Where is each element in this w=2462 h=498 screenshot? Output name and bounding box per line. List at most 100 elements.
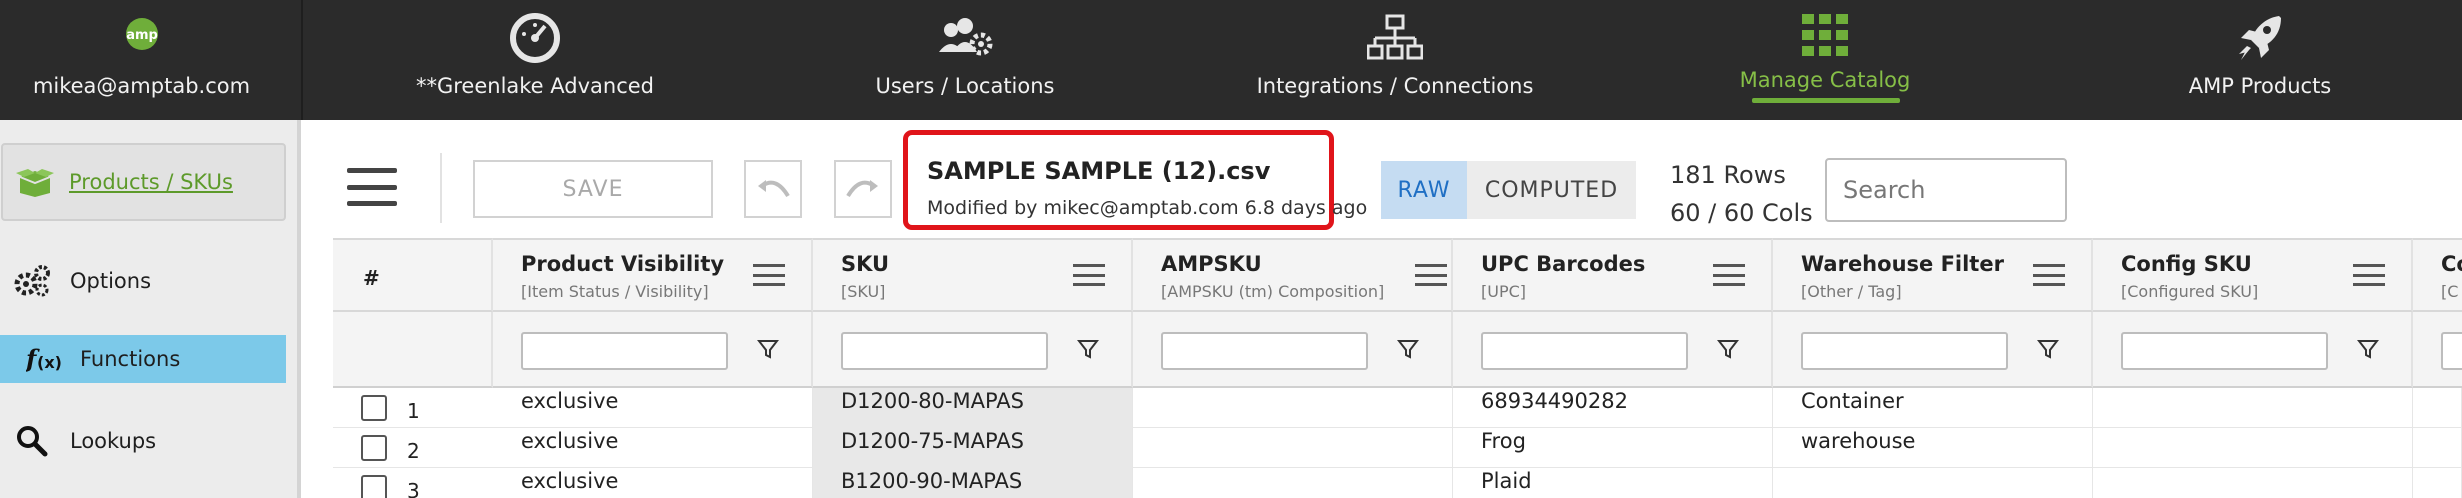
nav-label-integrations: Integrations / Connections [1256,74,1534,98]
sidebar-item-functions[interactable]: f (x) Functions [0,335,286,383]
column-menu-icon[interactable] [2033,264,2065,286]
table-row[interactable]: 2 exclusive D1200-75-MAPAS Frog warehous… [333,428,2462,468]
table-cell[interactable] [2413,468,2462,498]
table-cell[interactable]: D1200-80-MAPAS [813,388,1133,428]
table-cell[interactable] [1133,388,1453,428]
grid-header-config-sku[interactable]: Config SKU [Configured SKU] [2093,238,2413,312]
mode-raw-button[interactable]: RAW [1381,161,1467,219]
nav-item-manage-catalog[interactable]: Manage Catalog [1710,0,1940,120]
header-title: AMPSKU [1161,252,1262,276]
table-cell[interactable]: exclusive [493,388,813,428]
sidebar-label-options: Options [70,269,152,293]
gears-icon [12,264,52,298]
nav-divider [301,0,303,120]
filter-funnel-icon[interactable] [1396,338,1420,364]
filter-cell [2413,312,2462,388]
table-cell[interactable] [1133,468,1453,498]
table-cell[interactable] [2093,388,2413,428]
sidebar-item-options[interactable]: Options [0,255,290,307]
column-filter-input[interactable] [2441,332,2462,370]
table-cell[interactable]: warehouse [1773,428,2093,468]
row-checkbox[interactable] [361,475,387,498]
column-menu-icon[interactable] [1415,264,1447,286]
table-row[interactable]: 3 exclusive B1200-90-MAPAS Plaid [333,468,2462,498]
nav-user-email: mikea@amptab.com [32,74,251,98]
file-info-highlight: SAMPLE SAMPLE (12).csv Modified by mikec… [903,130,1367,230]
row-checkbox[interactable] [361,435,387,461]
header-subtitle: [Configured SKU] [2121,282,2259,301]
grid-header-upc-barcodes[interactable]: UPC Barcodes [UPC] [1453,238,1773,312]
mode-computed-button[interactable]: COMPUTED [1467,161,1636,219]
nav-item-amp-products[interactable]: AMP Products [2140,0,2380,120]
filter-funnel-icon[interactable] [2356,338,2380,364]
table-cell[interactable] [2093,428,2413,468]
grid-header-sku[interactable]: SKU [SKU] [813,238,1133,312]
table-cell[interactable]: 68934490282 [1453,388,1773,428]
rocket-icon [2235,12,2285,68]
save-button[interactable]: SAVE [473,160,713,218]
filter-funnel-icon[interactable] [2036,338,2060,364]
filter-funnel-icon[interactable] [756,338,780,364]
row-number: 1 [407,399,420,423]
table-cell[interactable] [2093,468,2413,498]
table-cell[interactable]: D1200-75-MAPAS [813,428,1133,468]
filter-cell [1773,312,2093,388]
table-cell[interactable] [2413,428,2462,468]
table-cell[interactable]: exclusive [493,468,813,498]
grid-header-ampsku[interactable]: AMPSKU [AMPSKU (tm) Composition] [1133,238,1453,312]
amp-logo-icon: amp [124,16,160,56]
column-filter-input[interactable] [521,332,728,370]
dashboard-gauge-icon [509,12,561,68]
table-cell[interactable] [2413,388,2462,428]
redo-icon [846,174,880,204]
search-input[interactable] [1825,158,2067,222]
grid-header-cut-off[interactable]: Co [C [2413,238,2462,312]
sidebar-item-products-skus[interactable]: Products / SKUs [1,143,286,221]
column-menu-icon[interactable] [2353,264,2385,286]
column-filter-input[interactable] [1801,332,2008,370]
filter-cell [2093,312,2413,388]
svg-text:(x): (x) [37,353,62,372]
redo-button[interactable] [834,160,892,218]
filter-funnel-icon[interactable] [1716,338,1740,364]
table-cell[interactable] [1133,428,1453,468]
filter-funnel-icon[interactable] [1076,338,1100,364]
row-checkbox[interactable] [361,395,387,421]
header-subtitle: [UPC] [1481,282,1527,301]
undo-icon [756,174,790,204]
row-number-cell: 1 [333,388,493,428]
nav-item-greenlake[interactable]: **Greenlake Advanced [380,0,690,120]
column-menu-icon[interactable] [1713,264,1745,286]
column-filter-input[interactable] [1161,332,1368,370]
undo-button[interactable] [744,160,802,218]
users-gear-icon [935,12,995,68]
table-row[interactable]: 1 exclusive D1200-80-MAPAS 68934490282 C… [333,388,2462,428]
nav-label-users-locations: Users / Locations [875,74,1055,98]
header-title: Product Visibility [521,252,725,276]
nav-label-manage-catalog: Manage Catalog [1739,68,1911,92]
column-filter-input[interactable] [2121,332,2328,370]
header-subtitle: [C [2441,282,2459,301]
svg-text:amp: amp [126,28,158,43]
table-cell[interactable]: B1200-90-MAPAS [813,468,1133,498]
table-cell[interactable]: Frog [1453,428,1773,468]
grid-header-warehouse-filter[interactable]: Warehouse Filter [Other / Tag] [1773,238,2093,312]
nav-user-account[interactable]: amp mikea@amptab.com [0,0,283,120]
main-menu-hamburger-icon[interactable] [347,168,397,206]
table-cell[interactable] [1773,468,2093,498]
sidebar: Products / SKUs Options f (x) Functions [0,120,301,498]
column-menu-icon[interactable] [753,264,785,286]
table-cell[interactable]: Plaid [1453,468,1773,498]
nav-item-integrations[interactable]: Integrations / Connections [1240,0,1550,120]
column-filter-input[interactable] [841,332,1048,370]
header-subtitle: [SKU] [841,282,886,301]
table-cell[interactable]: exclusive [493,428,813,468]
table-cell[interactable]: Container [1773,388,2093,428]
sidebar-item-lookups[interactable]: Lookups [0,415,290,467]
column-menu-icon[interactable] [1073,264,1105,286]
toolbar: SAVE SAMPLE SAMPLE (12).csv Modified by … [305,120,2462,238]
grid-header-product-visibility[interactable]: Product Visibility [Item Status / Visibi… [493,238,813,312]
column-filter-input[interactable] [1481,332,1688,370]
magnifier-icon [12,425,52,457]
nav-item-users-locations[interactable]: Users / Locations [830,0,1100,120]
